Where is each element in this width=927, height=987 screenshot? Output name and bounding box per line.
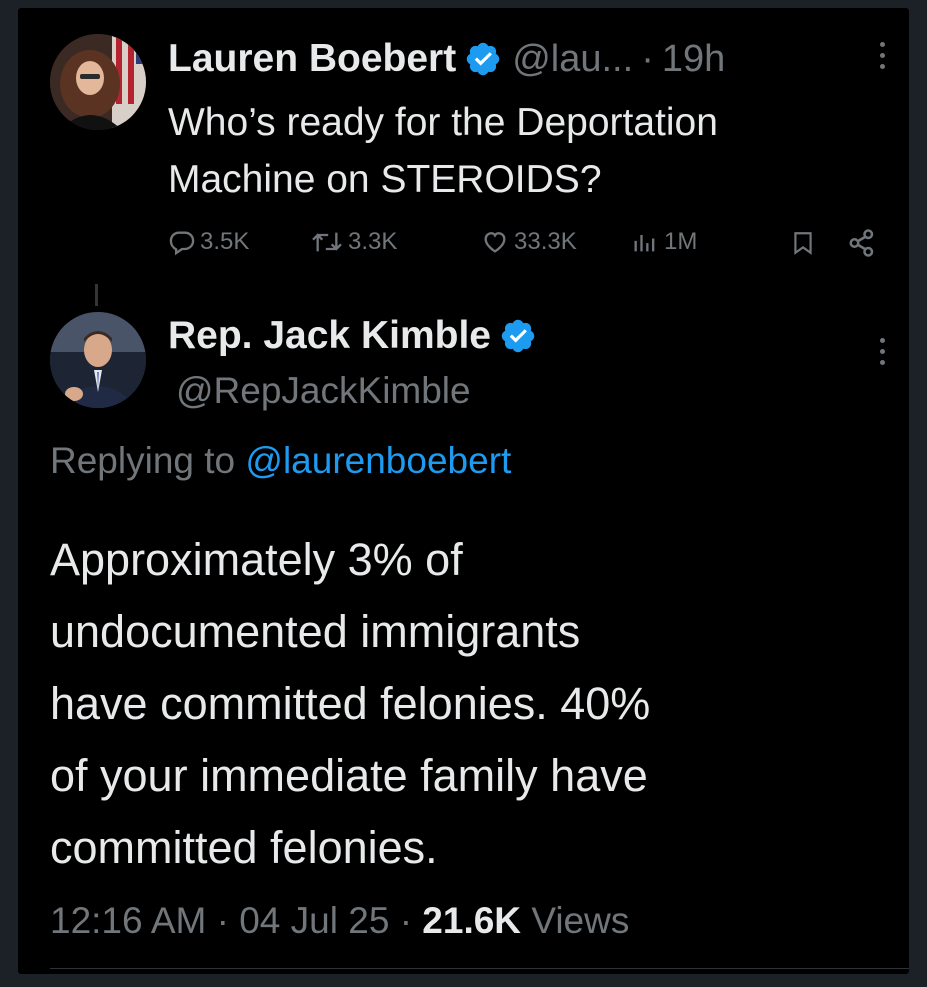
views-icon (634, 235, 655, 252)
bottom-divider (50, 968, 909, 969)
avatar-boebert-image (50, 34, 146, 130)
more-icon[interactable] (878, 42, 886, 69)
tweet2-header: Rep. Jack Kimble (168, 310, 537, 362)
tweet1-text-line: Machine on STEROIDS? (168, 158, 602, 201)
tweet2-meta: 12:16 AM · 04 Jul 25 · 21.6K Views (50, 896, 629, 946)
repost-button[interactable]: 3.3K (310, 228, 397, 256)
tweet2-body-line: committed felonies. (50, 822, 438, 873)
avatar-kimble-image (50, 312, 146, 408)
replying-handle-link[interactable]: @laurenboebert (245, 440, 511, 481)
share-button[interactable] (846, 228, 878, 258)
tweet2-date[interactable]: 04 Jul 25 (239, 900, 389, 941)
meta-separator: · (216, 900, 229, 941)
handle-boebert[interactable]: @lau... (512, 38, 633, 81)
screenshot-frame: Lauren Boebert @lau... · 19h Who’s ready… (18, 8, 909, 974)
repost-icon (312, 232, 342, 252)
tweet2-body-line: Approximately 3% of (50, 534, 463, 585)
reply-button[interactable]: 3.5K (168, 228, 249, 256)
reply-count: 3.5K (200, 228, 250, 255)
avatar-boebert[interactable] (50, 34, 146, 130)
bookmark-icon (794, 232, 812, 255)
meta-separator: · (399, 900, 413, 941)
views-count: 1M (664, 228, 698, 255)
tweet1-text: Who’s ready for the Deportation Machine … (168, 94, 718, 208)
author-name-kimble[interactable]: Rep. Jack Kimble (168, 314, 491, 358)
tweet2-body-line: of your immediate family have (50, 750, 648, 801)
verified-badge-icon (464, 40, 502, 78)
bookmark-button[interactable] (790, 228, 816, 258)
tweet1-header: Lauren Boebert @lau... · 19h (168, 34, 725, 84)
handle-kimble[interactable]: @RepJackKimble (176, 368, 471, 414)
avatar-kimble[interactable] (50, 312, 146, 408)
tweet2-views-count[interactable]: 21.6K (422, 900, 521, 941)
reply-icon (169, 231, 195, 256)
replying-prefix: Replying to (50, 440, 236, 481)
tweet2-body: Approximately 3% of undocumented immigra… (50, 524, 650, 884)
header-separator: · (641, 37, 654, 80)
author-name-boebert[interactable]: Lauren Boebert (168, 37, 456, 81)
views-button[interactable]: 1M (630, 228, 697, 256)
replying-to: Replying to @laurenboebert (50, 436, 511, 486)
like-icon (484, 232, 506, 253)
tweet2-time[interactable]: 12:16 AM (50, 900, 206, 941)
like-button[interactable]: 33.3K (480, 228, 577, 256)
tweet1-text-line: Who’s ready for the Deportation (168, 101, 718, 144)
more-icon[interactable] (878, 338, 886, 365)
share-icon (849, 229, 874, 257)
like-count: 33.3K (514, 228, 577, 255)
tweet2-body-line: have committed felonies. 40% (50, 678, 651, 729)
repost-count: 3.3K (348, 228, 398, 255)
verified-badge-icon (499, 317, 537, 355)
tweet2-views-label: Views (531, 900, 630, 941)
tweet2-body-line: undocumented immigrants (50, 606, 581, 657)
thread-line (95, 284, 98, 306)
tweet1-time[interactable]: 19h (662, 38, 725, 81)
